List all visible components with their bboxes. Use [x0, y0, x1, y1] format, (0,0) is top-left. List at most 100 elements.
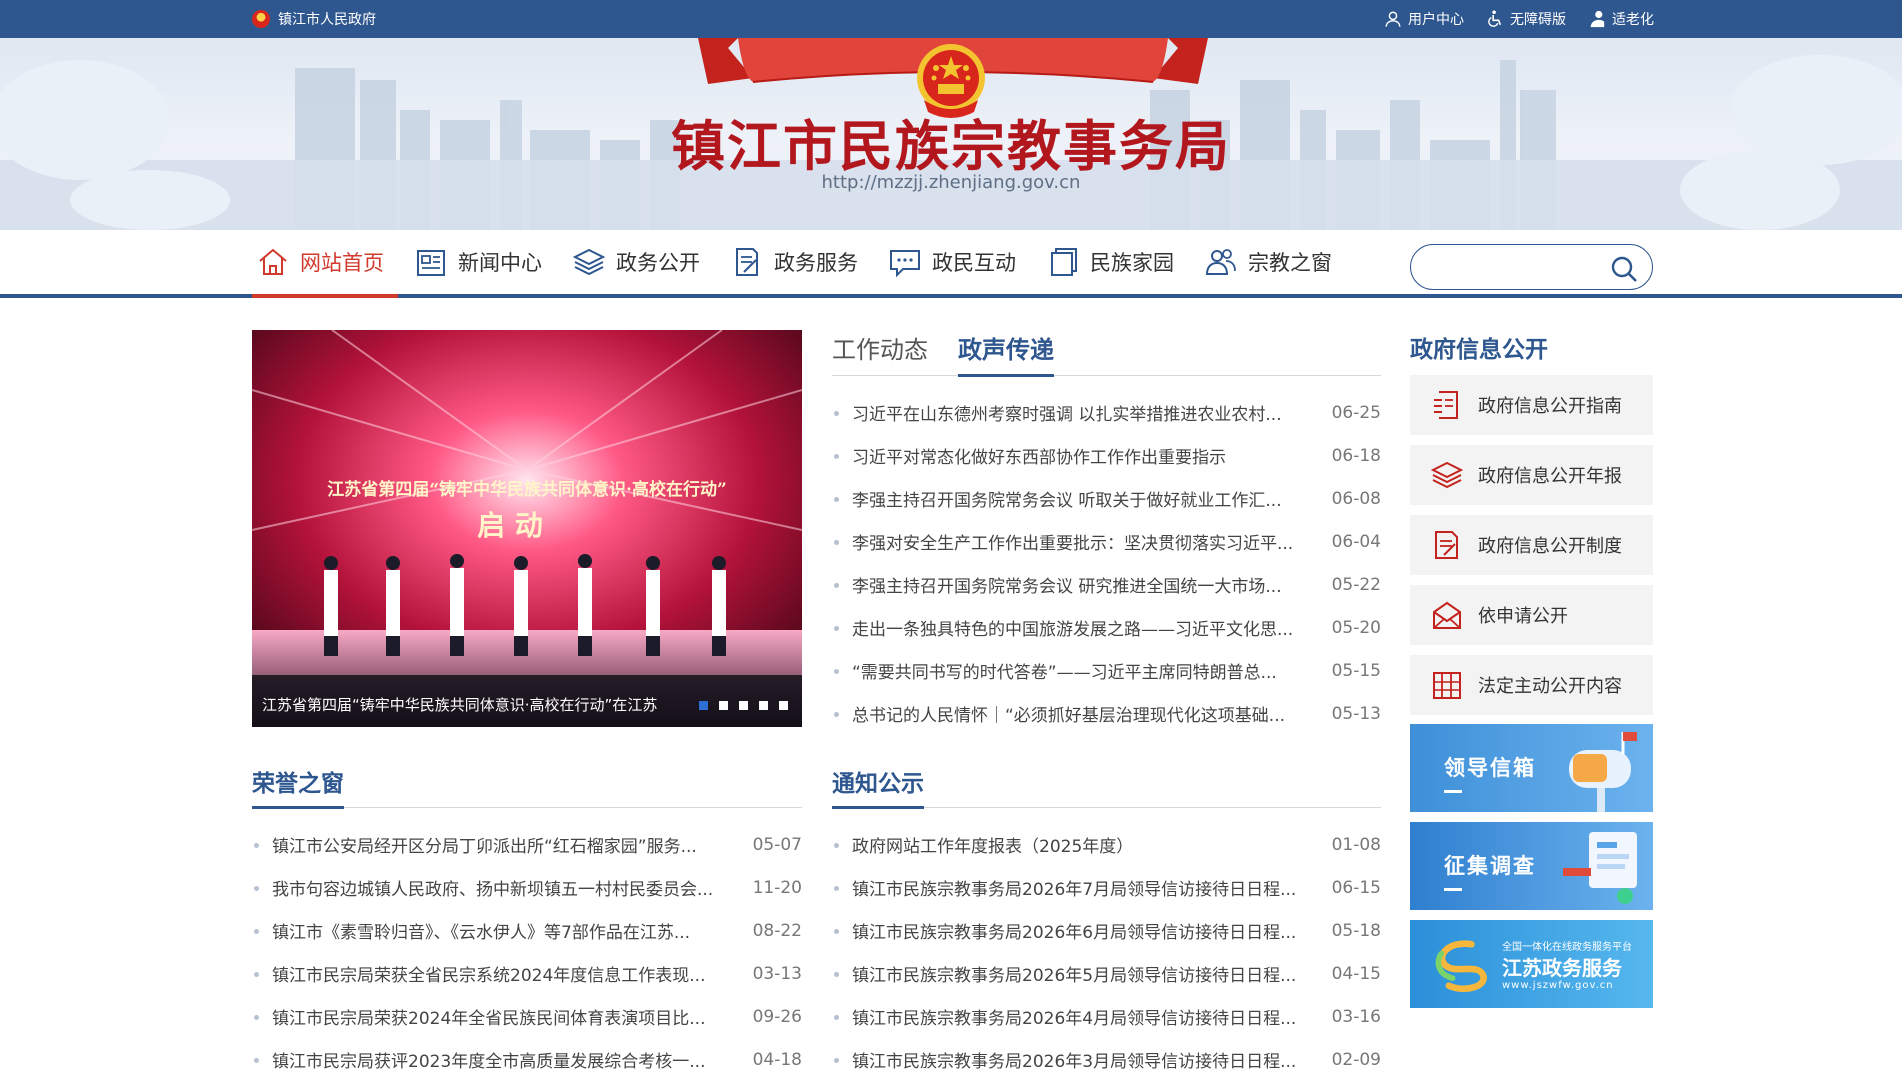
list-item[interactable]: 李强主持召开国务院常务会议 研究推进全国统一大市场... 05-22: [832, 563, 1381, 606]
carousel-caption[interactable]: 江苏省第四届“铸牢中华民族共同体意识·高校在行动”在江苏: [262, 694, 657, 715]
banner-survey[interactable]: 征集调查: [1410, 822, 1653, 910]
top-bar: 镇江市人民政府 用户中心 无障碍版 适老化: [0, 0, 1902, 38]
banner-leader-mailbox[interactable]: 领导信箱: [1410, 724, 1653, 812]
news-carousel[interactable]: 江苏省第四届“铸牢中华民族共同体意识·高校在行动” 启 动 江苏省第四届“铸牢中…: [252, 330, 802, 727]
jiangsu-logo-icon: [1435, 940, 1487, 993]
honor-section-title[interactable]: 荣誉之窗: [252, 764, 344, 809]
sidebar-item-label: 政府信息公开指南: [1478, 396, 1622, 417]
list-item[interactable]: 李强主持召开国务院常务会议 听取关于做好就业工作汇... 06-08: [832, 477, 1381, 520]
banner-underline: [1444, 888, 1462, 891]
user-center-link[interactable]: 用户中心: [1384, 9, 1464, 29]
banner-underline: [1444, 790, 1462, 793]
carousel-dot[interactable]: [739, 701, 748, 710]
banner-jiangsu-url: www.jszwfw.gov.cn: [1502, 980, 1614, 991]
nav-item-gov-service[interactable]: 政务服务: [726, 230, 872, 294]
banner-leader-mailbox-label: 领导信箱: [1444, 756, 1536, 780]
list-item[interactable]: 李强对安全生产工作作出重要批示：坚决贯彻落实习近平... 06-04: [832, 520, 1381, 563]
list-item[interactable]: 习近平在山东德州考察时强调 以扎实举措推进农业农村... 06-25: [832, 391, 1381, 434]
tab-work-news[interactable]: 工作动态: [832, 330, 928, 376]
sidebar-item-guide[interactable]: 政府信息公开指南: [1410, 375, 1653, 435]
news-tabs: 工作动态 政声传递: [832, 330, 1381, 377]
carousel-dot[interactable]: [719, 701, 728, 710]
nav-item-gov-affairs[interactable]: 政务公开: [568, 230, 714, 294]
nav-item-religion[interactable]: 宗教之窗: [1200, 230, 1346, 294]
search-input[interactable]: [1429, 255, 1599, 281]
sidebar-item-label: 法定主动公开内容: [1478, 676, 1622, 697]
user-icon: [1385, 11, 1401, 27]
site-url: http://mzzjj.zhenjiang.gov.cn: [821, 172, 1081, 193]
list-item[interactable]: 镇江市民宗局荣获全省民宗系统2024年度信息工作表现... 03-13: [252, 952, 802, 995]
news-icon: [417, 250, 445, 276]
list-item[interactable]: 镇江市公安局经开区分局丁卯派出所“红石榴家园”服务... 05-07: [252, 823, 802, 866]
carousel-dot[interactable]: [779, 701, 788, 710]
people-icon: [1205, 249, 1236, 275]
elderly-label: 适老化: [1612, 12, 1654, 28]
accessible-label: 无障碍版: [1510, 12, 1566, 28]
list-item[interactable]: 镇江市民族宗教事务局2026年3月局领导信访接待日日程... 02-09: [832, 1038, 1381, 1080]
list-item[interactable]: “需要共同书写的时代答卷”——习近平主席同特朗普总... 05-15: [832, 649, 1381, 692]
sidebar-item-regulations[interactable]: 政府信息公开制度: [1410, 515, 1653, 575]
banner-jiangsu-gov-service[interactable]: 全国一体化在线政务服务平台 江苏政务服务 www.jszwfw.gov.cn: [1410, 920, 1653, 1008]
layers-icon: [572, 248, 606, 276]
book-icon: [1051, 248, 1077, 276]
nav-item-label: 政民互动: [932, 251, 1016, 275]
nav-item-home[interactable]: 网站首页: [252, 230, 398, 298]
sidebar-item-statutory[interactable]: 法定主动公开内容: [1410, 655, 1653, 715]
national-emblem-small-icon: [252, 10, 270, 28]
banner-jiangsu-label: 江苏政务服务: [1502, 956, 1622, 980]
gov-info-title[interactable]: 政府信息公开: [1410, 330, 1548, 364]
list-item[interactable]: 走出一条独具特色的中国旅游发展之路——习近平文化思... 05-20: [832, 606, 1381, 649]
wheelchair-icon: [1488, 10, 1502, 27]
list-item[interactable]: 镇江市《素雪聆归音》、《云水伊人》等7部作品在江苏... 08-22: [252, 909, 802, 952]
list-item[interactable]: 镇江市民族宗教事务局2026年5月局领导信访接待日日程... 04-15: [832, 952, 1381, 995]
search-icon[interactable]: [1610, 255, 1638, 283]
sidebar-item-application[interactable]: 依申请公开: [1410, 585, 1653, 645]
list-item[interactable]: 镇江市民族宗教事务局2026年7月局领导信访接待日日程... 06-15: [832, 866, 1381, 909]
list-item[interactable]: 政府网站工作年度报表（2025年度） 01-08: [832, 823, 1381, 866]
policy-news-list: 习近平在山东德州考察时强调 以扎实举措推进农业农村... 06-25 习近平对常态…: [832, 391, 1381, 735]
sidebar-item-annual-report[interactable]: 政府信息公开年报: [1410, 445, 1653, 505]
nav-item-label: 民族家园: [1090, 251, 1174, 275]
list-item[interactable]: 镇江市民族宗教事务局2026年4月局领导信访接待日日程... 03-16: [832, 995, 1381, 1038]
nav-items: 网站首页 新闻中心 政务公开 政务服务 政民互动 民族家园 宗教之窗: [252, 230, 1358, 298]
sidebar-item-label: 政府信息公开年报: [1478, 466, 1622, 487]
list-item[interactable]: 我市句容边城镇人民政府、扬中新坝镇五一村村民委员会... 11-20: [252, 866, 802, 909]
elderly-link[interactable]: 适老化: [1588, 9, 1654, 29]
carousel-dot[interactable]: [699, 701, 708, 710]
stage-banner-subtext: 启 动: [477, 509, 543, 542]
list-item[interactable]: 镇江市民宗局获评2023年度全市高质量发展综合考核一... 04-18: [252, 1038, 802, 1080]
sidebar-item-label: 依申请公开: [1478, 606, 1568, 627]
list-item[interactable]: 镇江市民宗局荣获2024年全省民族民间体育表演项目比... 09-26: [252, 995, 802, 1038]
honor-list: 镇江市公安局经开区分局丁卯派出所“红石榴家园”服务... 05-07 我市句容边城…: [252, 823, 802, 1080]
honor-section-header: 荣誉之窗: [252, 758, 802, 809]
accessible-link[interactable]: 无障碍版: [1486, 9, 1566, 29]
list-item[interactable]: 镇江市民族宗教事务局2026年6月局领导信访接待日日程... 05-18: [832, 909, 1381, 952]
nav-item-news[interactable]: 新闻中心: [410, 230, 556, 294]
mailbox-icon: [1569, 732, 1637, 812]
sidebar-item-label: 政府信息公开制度: [1478, 536, 1622, 557]
carousel-dot[interactable]: [759, 701, 768, 710]
gov-link[interactable]: 镇江市人民政府: [252, 9, 376, 29]
nav-item-label: 网站首页: [300, 251, 384, 275]
site-title: 镇江市民族宗教事务局: [671, 114, 1231, 178]
tab-policy-news[interactable]: 政声传递: [958, 330, 1054, 377]
envelope-icon: [1433, 601, 1461, 629]
layers-icon: [1430, 461, 1464, 489]
survey-icon: [1563, 832, 1637, 904]
form-icon: [736, 248, 758, 276]
list-icon: [1433, 672, 1461, 699]
elderly-icon: [1590, 10, 1605, 28]
nav-item-interaction[interactable]: 政民互动: [884, 230, 1030, 294]
carousel-image: 江苏省第四届“铸牢中华民族共同体意识·高校在行动” 启 动: [252, 330, 802, 727]
nav-item-ethnic-home[interactable]: 民族家园: [1042, 230, 1188, 294]
nav-item-label: 宗教之窗: [1248, 251, 1332, 275]
list-item[interactable]: 总书记的人民情怀｜“必须抓好基层治理现代化这项基础... 05-13: [832, 692, 1381, 735]
stage-banner-text: 江苏省第四届“铸牢中华民族共同体意识·高校在行动”: [327, 479, 726, 500]
nav-item-label: 政务公开: [616, 251, 700, 275]
notice-list: 政府网站工作年度报表（2025年度） 01-08 镇江市民族宗教事务局2026年7…: [832, 823, 1381, 1080]
list-item[interactable]: 习近平对常态化做好东西部协作工作作出重要指示 06-18: [832, 434, 1381, 477]
nav-item-label: 政务服务: [774, 251, 858, 275]
carousel-dots: [699, 701, 788, 710]
banner-survey-label: 征集调查: [1444, 854, 1536, 878]
notice-section-title[interactable]: 通知公示: [832, 764, 924, 809]
